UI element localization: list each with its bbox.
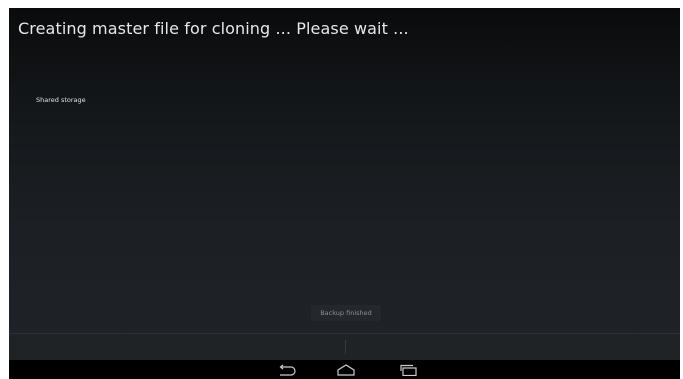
recents-button[interactable]	[397, 361, 421, 378]
back-button[interactable]	[275, 361, 299, 378]
app-screen: Creating master file for cloning ... Ple…	[9, 8, 680, 379]
recents-icon	[399, 364, 419, 376]
home-icon	[336, 363, 356, 376]
bottom-action-bar	[9, 333, 680, 360]
backup-finished-toast: Backup finished	[311, 305, 381, 321]
shared-storage-label: Shared storage	[36, 96, 86, 104]
back-icon	[277, 364, 297, 376]
system-navigation-bar	[9, 360, 680, 379]
page-title: Creating master file for cloning ... Ple…	[18, 19, 409, 38]
home-button[interactable]	[334, 361, 358, 378]
bar-divider	[345, 340, 346, 354]
